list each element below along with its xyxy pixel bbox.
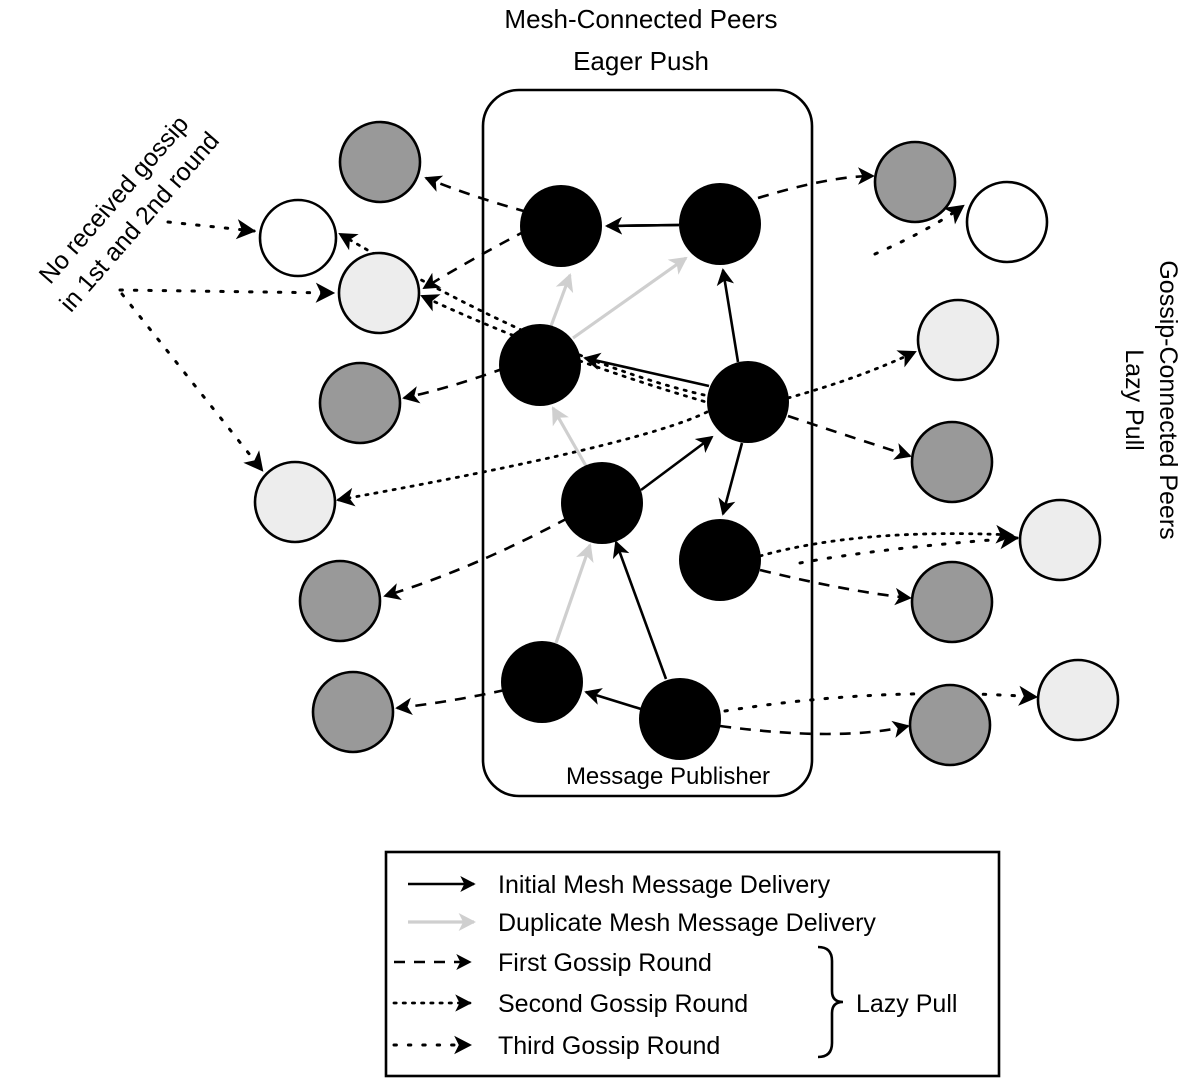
figure-title-line1: Mesh-Connected Peers [504, 4, 777, 34]
gossip2-edge-to-right-light-mid [758, 524, 1015, 558]
right-annotation: Gossip-Connected Peers Lazy Pull [1120, 260, 1182, 539]
mesh-node-6[interactable] [679, 519, 761, 601]
legend-row-third-gossip: Third Gossip Round [392, 1032, 720, 1060]
mesh-edge-hub-to-m2 [716, 268, 740, 363]
legend-label-initial-mesh: Initial Mesh Message Delivery [498, 871, 831, 899]
right-peer-node-gray-2[interactable] [910, 420, 994, 504]
legend-label-third-gossip: Third Gossip Round [498, 1032, 720, 1060]
right-peer-node-light-1[interactable] [916, 298, 1000, 382]
dup-edge-m7-to-m5 [554, 543, 594, 644]
legend-row-second-gossip: Second Gossip Round [392, 990, 748, 1018]
right-peer-nodes [873, 140, 1120, 767]
left-peer-node-gray-4[interactable] [311, 670, 395, 754]
mesh-node-hub[interactable] [707, 361, 789, 443]
mesh-edge-m5-to-hub [640, 435, 714, 492]
left-peer-node-gray-1[interactable] [338, 120, 422, 204]
left-annotation: No received gossip in 1st and 2nd round [34, 110, 225, 317]
gossip1-edge-m7-to-left-gray [395, 688, 506, 715]
legend-row-duplicate-mesh: Duplicate Mesh Message Delivery [408, 909, 876, 937]
gossip3-edge-to-left-light-lower [120, 292, 264, 472]
gossip1-edge-m6-to-right-gray [759, 568, 912, 606]
gossip3-edge-to-right-light-lower [723, 685, 1039, 713]
right-annotation-line2: Lazy Pull [1120, 349, 1148, 450]
third-gossip-edges [118, 204, 1039, 713]
right-peer-node-light-3[interactable] [1036, 658, 1120, 742]
mesh-node-1[interactable] [520, 185, 602, 267]
diagram-root: Mesh-Connected Peers Eager Push Message … [0, 0, 1195, 1084]
message-publisher-caption: Message Publisher [566, 763, 770, 790]
left-peer-node-light-1[interactable] [337, 251, 421, 335]
gossip1-edge-hub-to-right-gray [787, 414, 912, 460]
dup-edge-m3-to-m2 [572, 256, 688, 340]
left-peer-node-gray-2[interactable] [318, 361, 402, 445]
mesh-edge-hub-to-m6 [718, 442, 744, 516]
legend-label-duplicate-mesh: Duplicate Mesh Message Delivery [498, 909, 876, 937]
left-peer-nodes [253, 120, 422, 754]
gossip1-edge-m1-to-left-light [422, 228, 528, 290]
figure-title-line2: Eager Push [573, 46, 709, 76]
legend-label-first-gossip: First Gossip Round [498, 949, 712, 977]
mesh-peer-nodes [499, 183, 789, 760]
mesh-edge-m8-to-m7 [584, 688, 642, 711]
mesh-node-publisher[interactable] [639, 678, 721, 760]
mesh-node-5[interactable] [561, 462, 643, 544]
mesh-node-3[interactable] [499, 324, 581, 406]
gossip1-edge-m2-to-right-gray [757, 167, 875, 200]
first-gossip-edges [383, 167, 912, 738]
duplicate-mesh-edges [549, 256, 688, 644]
mesh-node-2[interactable] [679, 183, 761, 265]
right-peer-node-gray-4[interactable] [908, 683, 992, 767]
dup-edge-m5-to-m3 [551, 406, 588, 467]
mesh-node-7[interactable] [501, 641, 583, 723]
gossipsub-diagram: Mesh-Connected Peers Eager Push Message … [34, 4, 1182, 1078]
legend-label-second-gossip: Second Gossip Round [498, 990, 748, 1018]
dup-edge-m3-to-m1 [549, 273, 574, 327]
left-peer-node-light-2[interactable] [253, 460, 337, 544]
legend-group-label-lazy-pull: Lazy Pull [856, 990, 957, 1018]
gossip1-edge-m5-to-left-gray [383, 516, 569, 600]
gossip1-edge-m3-to-left-gray [402, 366, 506, 404]
mesh-edge-hub-to-m3 [583, 352, 710, 388]
mesh-edge-m8-to-m5 [612, 540, 668, 680]
mesh-edge-arrowheads-overlay [605, 217, 680, 235]
legend-row-initial-mesh: Initial Mesh Message Delivery [408, 871, 831, 899]
right-peer-node-light-2[interactable] [1018, 498, 1102, 582]
right-peer-node-white-1[interactable] [965, 180, 1049, 264]
left-peer-node-gray-3[interactable] [298, 559, 382, 643]
second-gossip-edges [336, 232, 1015, 558]
right-peer-node-gray-1[interactable] [873, 140, 957, 224]
gossip1-edge-m8-to-right-gray [719, 720, 910, 738]
right-annotation-line1: Gossip-Connected Peers [1154, 260, 1182, 539]
gossip3-edge-to-left-light-upper [118, 282, 336, 303]
left-peer-node-white-1[interactable] [258, 198, 338, 278]
right-peer-node-gray-3[interactable] [910, 560, 994, 644]
legend: Initial Mesh Message Delivery Duplicate … [384, 850, 1001, 1078]
overlay-m2-m1 [605, 217, 680, 235]
gossip1-edge-m1-to-left-gray [424, 175, 528, 214]
gossip2-edge-hub-to-right-light [786, 350, 917, 400]
lazy-pull-brace [817, 945, 844, 1059]
legend-row-first-gossip: First Gossip Round [394, 949, 712, 977]
gossip3-edge-to-left-white [166, 219, 257, 240]
